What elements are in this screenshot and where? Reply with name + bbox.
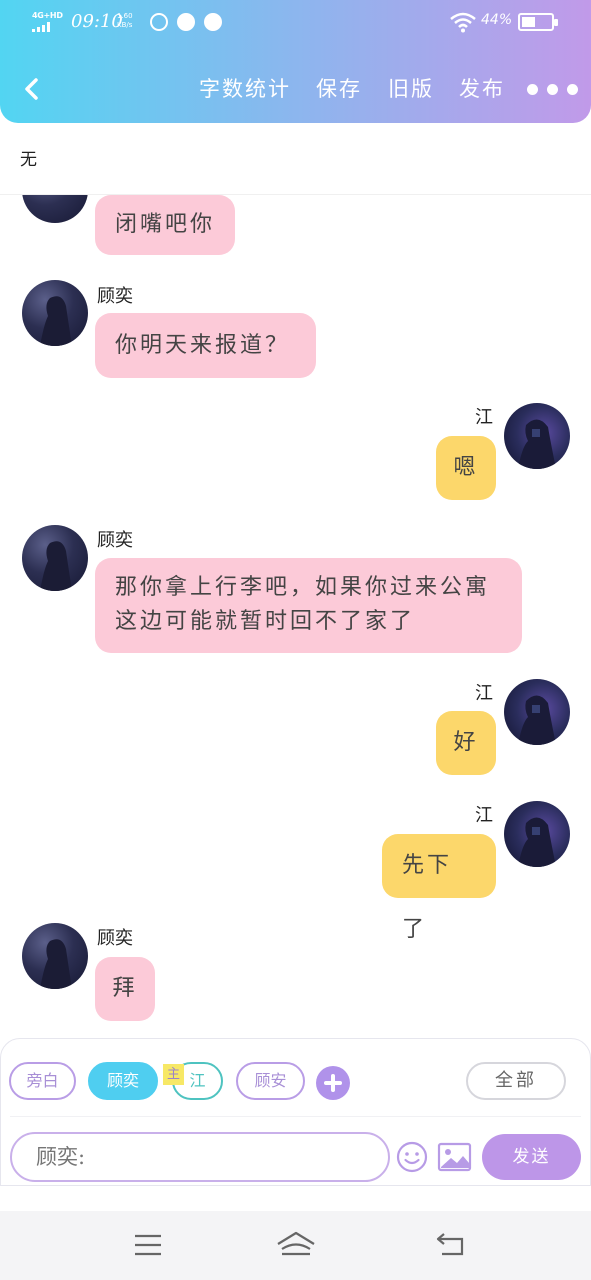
back-button[interactable] [18,72,46,106]
all-characters-button[interactable]: 全部 [466,1062,566,1100]
avatar[interactable] [22,280,88,346]
message-bubble[interactable]: 你明天来报道？ [95,313,316,378]
speed-value: 1.60 [117,12,133,20]
app-header: 4G+HD 09:10 1.60 KB/s 44% 字数统计 保存 旧版 发布 [0,0,591,123]
more-dots-icon[interactable] [527,80,579,98]
avatar[interactable] [504,679,570,745]
notification-gauge-icon [177,13,195,31]
sender-name: 江 [475,407,493,428]
main-character-tag: 主 [163,1064,184,1085]
send-button[interactable]: 发送 [482,1134,581,1180]
avatar-figure [518,419,556,469]
avatar-figure [40,939,72,989]
message-text: 先下了 [402,853,453,942]
story-subtitle: 无 [20,150,37,170]
message-bubble[interactable]: 拜 [95,957,155,1021]
message-text: 好 [453,730,479,755]
publish-button[interactable]: 发布 [459,72,505,106]
battery-percent: 44% [481,12,513,28]
old-version-button[interactable]: 旧版 [388,72,434,106]
emoji-icon[interactable] [396,1141,428,1173]
network-speed: 1.60 KB/s [117,12,137,30]
avatar-figure [518,695,556,745]
wifi-icon [450,12,476,33]
message-input[interactable] [10,1132,390,1182]
sender-name: 顾奕 [97,286,133,307]
character-chip-narrator[interactable]: 旁白 [9,1062,76,1100]
chevron-left-icon [25,78,38,100]
signal-icon: 4G+HD [32,11,66,33]
system-nav-bar [0,1211,591,1280]
avatar-figure [518,817,556,867]
divider [10,1116,581,1117]
avatar[interactable] [22,525,88,591]
avatar[interactable] [22,195,88,223]
save-button[interactable]: 保存 [316,72,362,106]
back-nav-icon[interactable] [434,1231,466,1257]
battery-icon [518,13,558,31]
menu-icon[interactable] [134,1234,162,1256]
add-character-button[interactable] [316,1066,350,1100]
avatar[interactable] [22,923,88,989]
message-text: 拜 [112,976,138,1001]
status-bar: 4G+HD 09:10 1.60 KB/s 44% [0,0,591,44]
notification-app-icon [150,13,168,31]
home-icon[interactable] [276,1230,316,1260]
message-text: 嗯 [453,455,479,480]
character-chip-guan[interactable]: 顾安 [236,1062,305,1100]
sender-name: 顾奕 [97,530,133,551]
avatar-figure [40,296,72,346]
message-bubble[interactable]: 那你拿上行李吧，如果你过来公寓这边可能就暂时回不了家了 [95,558,522,653]
sender-name: 江 [475,805,493,826]
sender-name: 江 [475,683,493,704]
message-bubble[interactable]: 闭嘴吧你 [95,195,235,255]
word-count-button[interactable]: 字数统计 [199,72,291,106]
avatar[interactable] [504,801,570,867]
notification-app-icon [204,13,222,31]
message-text: 闭嘴吧你 [115,212,216,237]
speed-unit: KB/s [117,21,133,29]
message-bubble[interactable]: 先下了 [382,834,496,942]
message-bubble[interactable]: 嗯 [436,436,496,500]
message-text: 那你拿上行李吧，如果你过来公寓这边可能就暂时回不了家了 [115,575,491,634]
image-icon[interactable] [437,1141,472,1173]
chat-list[interactable]: 闭嘴吧你 顾奕 你明天来报道？ 江 嗯 顾奕 那你拿上行李吧，如果你过来公寓这边… [0,195,591,1040]
character-chip-selected[interactable]: 顾奕 [88,1062,158,1100]
sender-name: 顾奕 [97,928,133,949]
avatar-figure [40,541,72,591]
network-type: 4G+HD [32,11,63,20]
avatar[interactable] [504,403,570,469]
message-text: 你明天来报道？ [115,333,291,358]
message-bubble[interactable]: 好 [436,711,496,775]
status-time: 09:10 [71,11,123,32]
